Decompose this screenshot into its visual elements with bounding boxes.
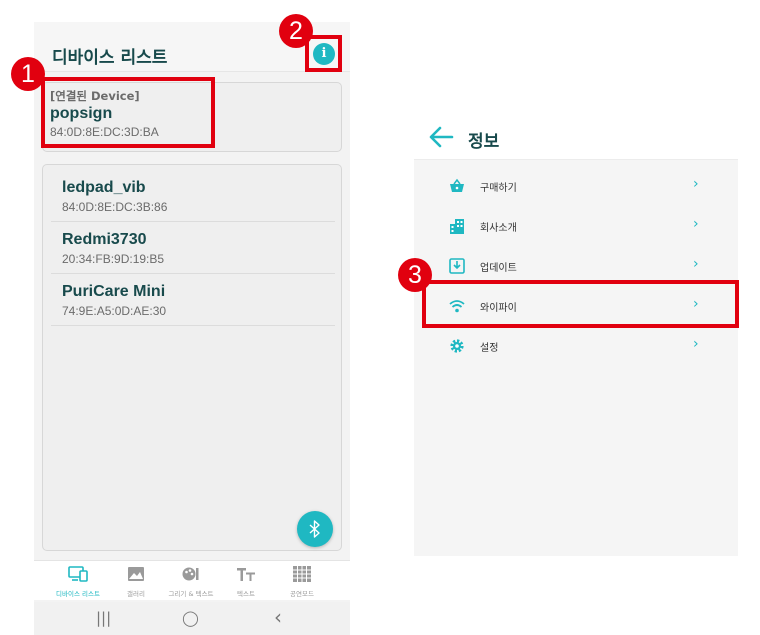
menu-label: 업데이트	[480, 263, 517, 274]
menu-label: 구매하기	[480, 183, 517, 194]
tab-gallery[interactable]: 갤러리	[106, 561, 166, 601]
device-mac: 20:34:FB:9D:19:B5	[62, 252, 165, 266]
list-item[interactable]: PuriCare Mini 74:9E:A5:0D:AE:30	[51, 274, 335, 326]
devices-icon	[68, 566, 88, 582]
chevron-right-icon: ›	[693, 336, 699, 352]
draw-text-icon	[182, 567, 199, 581]
download-icon	[449, 258, 465, 274]
tab-label: 그리기 & 텍스트	[168, 590, 214, 598]
list-item[interactable]: ledpad_vib 84:0D:8E:DC:3B:86	[51, 170, 335, 222]
tab-performance-mode[interactable]: 공연모드	[272, 561, 332, 601]
info-screen: 정보 구매하기 › 회사소개 › 업데이트 › 와이파이 › 설정 ›	[414, 116, 738, 556]
home-button[interactable]: ◯	[182, 609, 199, 627]
basket-icon	[450, 178, 464, 192]
highlight-box-wifi	[422, 280, 739, 328]
device-name: PuriCare Mini	[62, 283, 166, 300]
text-icon	[237, 568, 255, 581]
device-name: ledpad_vib	[62, 179, 146, 196]
recents-button[interactable]: |||	[96, 609, 111, 627]
chevron-right-icon: ›	[693, 256, 699, 272]
page-title: 정보	[468, 132, 500, 152]
gallery-icon	[128, 567, 144, 581]
device-name: Redmi3730	[62, 231, 147, 248]
menu-label: 설정	[480, 343, 499, 354]
tab-device-list[interactable]: 디바이스 리스트	[48, 561, 108, 601]
chevron-right-icon: ›	[693, 216, 699, 232]
chevron-right-icon: ›	[693, 176, 699, 192]
gear-icon	[450, 339, 464, 353]
page-title: 디바이스 리스트	[52, 48, 168, 68]
menu-label: 회사소개	[480, 223, 517, 234]
tab-label: 갤러리	[127, 590, 145, 598]
step-badge-3: 3	[398, 258, 432, 292]
step-badge-1: 1	[11, 57, 45, 91]
menu-item-settings[interactable]: 설정 ›	[414, 326, 738, 366]
tab-label: 공연모드	[290, 590, 314, 598]
screenshot-canvas: 디바이스 리스트 i [연결된 Device] popsign 84:0D:8E…	[0, 0, 760, 635]
highlight-box-connected	[41, 77, 215, 148]
bottom-nav: 디바이스 리스트 갤러리 그리기 & 텍스트 텍스트 공연모드	[34, 560, 350, 600]
back-button[interactable]: ‹	[274, 605, 282, 629]
step-badge-2: 2	[279, 14, 313, 48]
bluetooth-icon[interactable]	[297, 511, 333, 547]
device-list: ledpad_vib 84:0D:8E:DC:3B:86 Redmi3730 2…	[42, 164, 342, 551]
list-item[interactable]: Redmi3730 20:34:FB:9D:19:B5	[51, 222, 335, 274]
building-icon	[450, 219, 464, 234]
tab-label: 디바이스 리스트	[56, 590, 100, 598]
grid-icon	[293, 566, 311, 582]
menu-item-purchase[interactable]: 구매하기 ›	[414, 166, 738, 206]
device-mac: 84:0D:8E:DC:3B:86	[62, 200, 168, 214]
device-mac: 74:9E:A5:0D:AE:30	[62, 304, 167, 318]
highlight-box-info	[305, 35, 342, 72]
tab-label: 텍스트	[237, 590, 255, 598]
back-arrow-icon[interactable]	[428, 125, 454, 149]
menu-item-company[interactable]: 회사소개 ›	[414, 206, 738, 246]
tab-text[interactable]: 텍스트	[216, 561, 276, 601]
header-bar: 정보	[414, 116, 738, 160]
tab-draw-text[interactable]: 그리기 & 텍스트	[161, 561, 221, 601]
system-nav-bar: ||| ◯ ‹	[34, 602, 350, 635]
